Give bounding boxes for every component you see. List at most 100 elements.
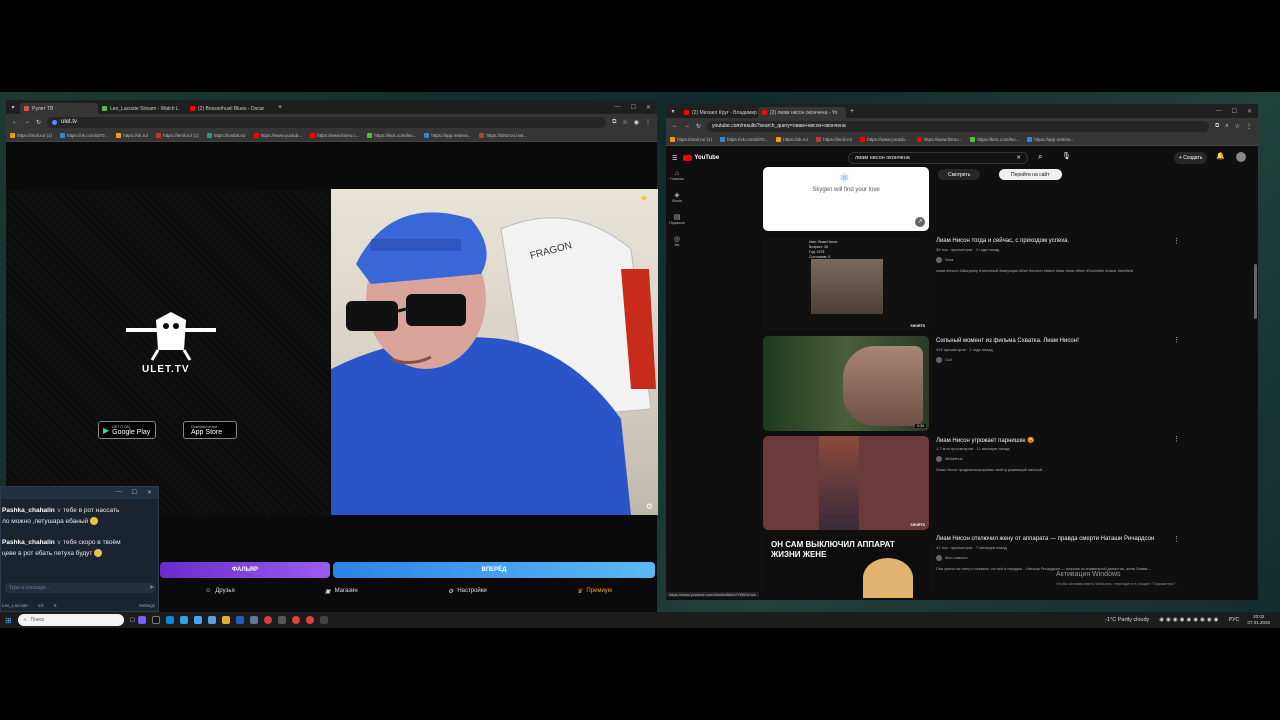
ad-watch-button[interactable]: Смотреть bbox=[938, 169, 981, 180]
hamburger-menu-icon[interactable]: ☰ bbox=[672, 155, 677, 162]
video-thumbnail[interactable]: Имя: Лиам Нисон Возраст: 36 Год: 1978 Со… bbox=[763, 237, 929, 331]
bookmark-item[interactable]: https://app.restrea... bbox=[1027, 137, 1074, 142]
notifications-bell-icon[interactable]: 🔔 bbox=[1216, 152, 1225, 160]
app-icon[interactable] bbox=[151, 616, 160, 624]
taskbar-search-input[interactable]: ⌕ Поиск bbox=[17, 614, 124, 626]
create-button[interactable]: + Создать bbox=[1174, 152, 1208, 164]
language-indicator[interactable]: РУС bbox=[1228, 617, 1239, 623]
maximize-button[interactable]: ☐ bbox=[132, 489, 137, 497]
more-options-icon[interactable]: ⋮ bbox=[1173, 435, 1180, 443]
nav-friends[interactable]: ☺ Друзья bbox=[205, 588, 235, 594]
bookmark-item[interactable]: https://vk.com/id70... bbox=[720, 137, 768, 142]
left-tab-2[interactable]: (2) Bossonhusil Blues - Oscar bbox=[186, 103, 274, 114]
video-title[interactable]: Сильный момент из фильма Схватка. Лиам Н… bbox=[936, 338, 1079, 344]
sidebar-item-home[interactable]: ⌂ Главная bbox=[666, 170, 688, 181]
bookmark-item[interactable]: https://vk.com/id70... bbox=[60, 133, 108, 138]
bookmark-item[interactable]: https://ok.ru/ bbox=[776, 137, 808, 142]
reload-icon[interactable]: ↻ bbox=[696, 123, 701, 130]
video-thumbnail[interactable]: 0:34 bbox=[763, 336, 929, 431]
right-action-button[interactable]: ВПЕРЁД bbox=[333, 562, 655, 578]
weather-widget[interactable]: -1°C Partly cloudy bbox=[1105, 617, 1149, 623]
ad-card[interactable]: ⚛ Skygen will find your love ↗ bbox=[763, 167, 929, 231]
app-icon[interactable] bbox=[137, 616, 146, 624]
video-title[interactable]: Лиам Нисон тогда и сейчас, с приходом ус… bbox=[936, 238, 1069, 244]
settings-icon[interactable]: ⚙ bbox=[646, 502, 653, 511]
bookmark-item[interactable]: https://lostbit.ru/ bbox=[206, 133, 246, 138]
more-options-icon[interactable]: ⋮ bbox=[1173, 535, 1180, 543]
maximize-button[interactable]: ☐ bbox=[631, 104, 636, 111]
sidebar-item-shorts[interactable]: ◈ Shorts bbox=[666, 191, 688, 203]
bookmark-item[interactable]: https://kick.com/leo... bbox=[970, 137, 1019, 142]
left-tab-0[interactable]: Рулет ТВ bbox=[20, 103, 98, 114]
nav-shop[interactable]: ▣ Магазин bbox=[325, 588, 358, 595]
chat-settings-button[interactable]: Settings bbox=[139, 603, 159, 608]
extensions-icon[interactable]: ⧉ bbox=[612, 119, 616, 126]
video-channel[interactable]: MrBarthus bbox=[936, 456, 963, 462]
microphone-icon[interactable]: 🎙 bbox=[1062, 152, 1071, 160]
bookmark-item[interactable]: https://mail.ru/ (1) bbox=[10, 133, 52, 138]
clock[interactable]: 20:02 07.01.2026 bbox=[1247, 614, 1270, 626]
close-button[interactable]: ✕ bbox=[147, 489, 152, 497]
bookmark-item[interactable]: https://www.ltsmu.c... bbox=[310, 133, 359, 138]
edge-icon[interactable] bbox=[165, 616, 174, 624]
menu-icon[interactable]: ⋮ bbox=[645, 119, 651, 126]
bookmark-star-icon[interactable]: ☆ bbox=[1235, 123, 1240, 130]
maximize-button[interactable]: ☐ bbox=[1232, 108, 1237, 115]
bookmark-item[interactable]: https://app.restrea... bbox=[424, 133, 471, 138]
back-icon[interactable]: ← bbox=[12, 119, 18, 125]
menu-icon[interactable]: ⋮ bbox=[1246, 123, 1252, 130]
more-options-icon[interactable]: ⋮ bbox=[1173, 237, 1180, 245]
video-title[interactable]: Лиам Нисон угрожает парнишке 😡 bbox=[936, 437, 1035, 444]
back-icon[interactable]: ← bbox=[672, 123, 678, 129]
telegram-icon[interactable] bbox=[179, 616, 188, 624]
nav-premium[interactable]: ♛ Премиум bbox=[577, 588, 612, 595]
app-icon[interactable] bbox=[207, 616, 216, 624]
chat-channel-name[interactable]: Leo_Lacoste bbox=[2, 603, 28, 608]
search-icon[interactable]: ⌕ bbox=[1038, 152, 1042, 162]
url-input[interactable]: youtube.com/results?search_query=лиам+ни… bbox=[707, 120, 1209, 132]
file-explorer-icon[interactable] bbox=[221, 616, 230, 624]
send-icon[interactable]: ➤ bbox=[149, 584, 154, 591]
windows-start-icon[interactable]: ⊞ bbox=[5, 616, 12, 625]
new-tab-button[interactable]: + bbox=[278, 104, 282, 111]
app-icon[interactable] bbox=[235, 616, 244, 624]
task-view-icon[interactable]: ▢ bbox=[130, 617, 135, 623]
app-store-button[interactable]: Download on the App Store bbox=[183, 421, 237, 439]
minimize-button[interactable]: — bbox=[116, 489, 122, 497]
more-options-icon[interactable]: ⋮ bbox=[1173, 336, 1180, 344]
close-button[interactable]: ✕ bbox=[1247, 108, 1252, 115]
right-tab-1[interactable]: (2) лиам нисон окончена - Yo bbox=[758, 107, 846, 118]
video-title[interactable]: Лиам Нисон отключил жену от аппарата — п… bbox=[936, 536, 1154, 542]
bookmark-item[interactable]: https://kick.com/leo... bbox=[367, 133, 416, 138]
bookmark-item[interactable]: https://distrroo.mst... bbox=[479, 133, 527, 138]
chrome-icon[interactable] bbox=[305, 616, 314, 624]
zoom-icon[interactable]: ⌕ bbox=[1225, 123, 1228, 130]
chrome-icon[interactable] bbox=[291, 616, 300, 624]
video-channel[interactable]: Мои новости bbox=[936, 555, 968, 561]
extensions-icon[interactable]: ⧉ bbox=[1215, 123, 1219, 130]
avatar[interactable] bbox=[1236, 152, 1246, 162]
tab-menu-icon[interactable]: ▾ bbox=[666, 108, 680, 115]
app-icon[interactable] bbox=[249, 616, 258, 624]
nav-settings[interactable]: ⚙ Настройки bbox=[448, 588, 487, 595]
chat-input[interactable]: Type a message... bbox=[5, 583, 155, 593]
forward-icon[interactable]: → bbox=[684, 123, 690, 129]
clear-search-icon[interactable]: ✕ bbox=[1016, 155, 1021, 161]
scrollbar-thumb[interactable] bbox=[1254, 264, 1257, 319]
left-action-button[interactable]: ФАЛЬЯР bbox=[160, 562, 330, 578]
bookmark-item[interactable]: https://ok.ru/ bbox=[116, 133, 148, 138]
bookmark-item[interactable]: https://mail.ru/ (1) bbox=[670, 137, 712, 142]
new-tab-button[interactable]: + bbox=[850, 108, 854, 115]
bookmark-item[interactable]: https://lenili.ru/ bbox=[816, 137, 852, 142]
bookmark-item[interactable]: https://www.ltsmu... bbox=[916, 137, 962, 142]
app-icon[interactable] bbox=[319, 616, 328, 624]
external-link-icon[interactable]: ↗ bbox=[915, 217, 925, 227]
sidebar-item-subscriptions[interactable]: ▤ Подписки bbox=[666, 213, 688, 225]
site-info-icon[interactable] bbox=[52, 119, 58, 125]
forward-icon[interactable]: → bbox=[24, 119, 30, 125]
left-tab-1[interactable]: Leo_Lacoste Stream - Watch L bbox=[98, 103, 186, 114]
profile-icon[interactable]: ◉ bbox=[634, 119, 639, 126]
stream-video-player[interactable]: FRAGON ★ ⚙ bbox=[331, 189, 658, 515]
video-thumbnail[interactable]: ОН САМ ВЫКЛЮЧИЛ АППАРАТ ЖИЗНИ ЖЕНЕ bbox=[763, 536, 929, 598]
system-tray-icons[interactable]: ◉◉◉◉◉◉◉◉◉ bbox=[1159, 617, 1220, 623]
